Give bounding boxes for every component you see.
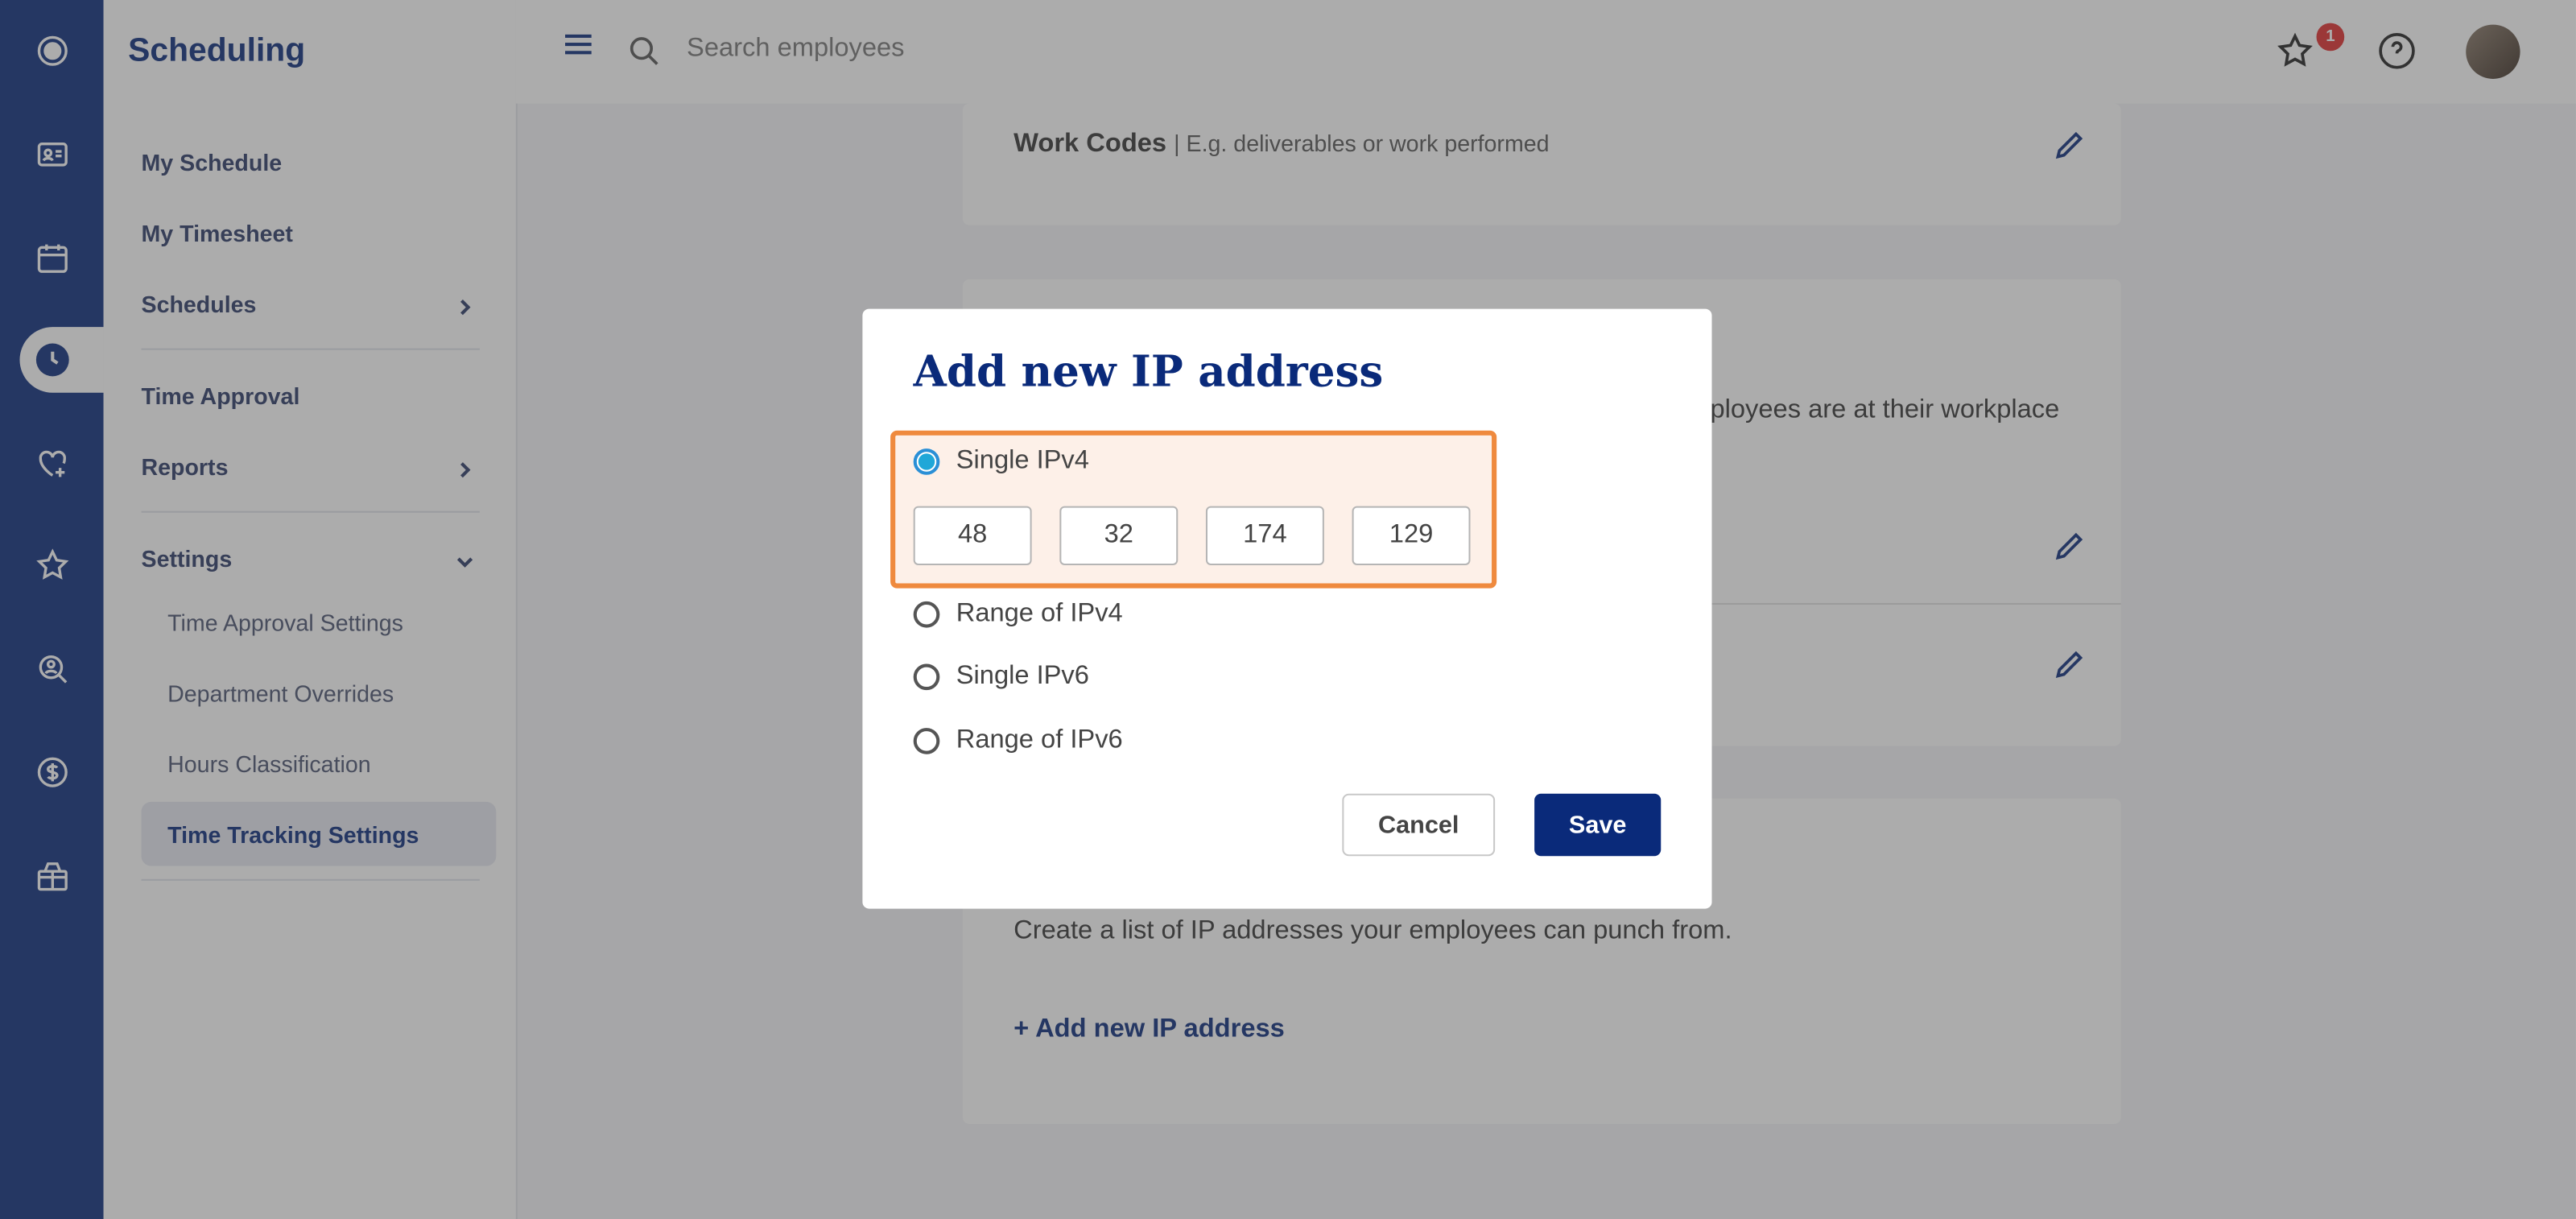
modal-title: Add new IP address bbox=[913, 348, 1384, 398]
add-ip-modal: Add new IP address Single IPv4 48 32 174… bbox=[862, 308, 1712, 909]
radio-label: Range of IPv6 bbox=[956, 726, 1123, 754]
radio-label: Single IPv6 bbox=[956, 662, 1089, 691]
ip-octet-3-input[interactable]: 174 bbox=[1205, 506, 1324, 566]
radio-range-ipv6[interactable]: Range of IPv6 bbox=[913, 726, 1123, 756]
save-button[interactable]: Save bbox=[1534, 793, 1662, 857]
radio-single-ipv6[interactable]: Single IPv6 bbox=[913, 662, 1089, 692]
cancel-button[interactable]: Cancel bbox=[1342, 793, 1496, 857]
radio-single-ipv4[interactable]: Single IPv4 bbox=[913, 447, 1089, 477]
radio-label: Range of IPv4 bbox=[956, 599, 1123, 628]
radio-label: Single IPv4 bbox=[956, 447, 1089, 475]
radio-button-selected[interactable] bbox=[913, 448, 940, 475]
ip-octet-2-input[interactable]: 32 bbox=[1059, 506, 1179, 566]
radio-button[interactable] bbox=[913, 728, 940, 754]
radio-range-ipv4[interactable]: Range of IPv4 bbox=[913, 599, 1123, 630]
app-root: Scheduling My Schedule My Timesheet Sche… bbox=[0, 0, 2576, 1219]
radio-button[interactable] bbox=[913, 663, 940, 691]
ip-octet-4-input[interactable]: 129 bbox=[1352, 506, 1471, 566]
ip-octet-1-input[interactable]: 48 bbox=[913, 506, 1032, 566]
radio-button[interactable] bbox=[913, 601, 940, 628]
